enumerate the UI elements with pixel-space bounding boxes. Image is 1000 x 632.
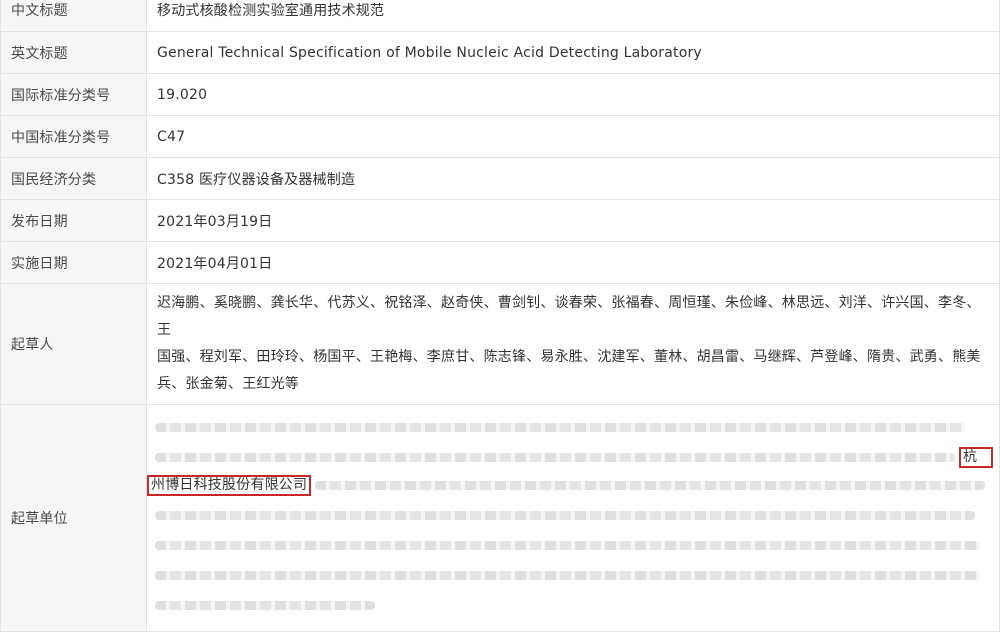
highlight-box-part1: 杭 xyxy=(959,447,993,468)
release-date-value: 2021年03月19日 xyxy=(146,199,1000,242)
row-label: 国民经济分类 xyxy=(0,157,147,200)
row-drafters: 起草人 迟海鹏、奚晓鹏、龚长华、代苏义、祝铭泽、赵奇侠、曹剑钊、谈春荣、张福春、… xyxy=(0,283,1000,405)
row-ics-code: 国际标准分类号 19.020 xyxy=(0,73,1000,116)
row-label: 实施日期 xyxy=(0,241,147,284)
drafting-units-value: 杭 州博日科技股份有限公司 xyxy=(146,404,1000,632)
implement-date-value: 2021年04月01日 xyxy=(146,241,1000,284)
row-label: 英文标题 xyxy=(0,31,147,74)
blurred-text-line xyxy=(155,601,375,610)
english-title-value: General Technical Specification of Mobil… xyxy=(146,31,1000,74)
row-english-title: 英文标题 General Technical Specification of … xyxy=(0,31,1000,74)
row-label: 起草单位 xyxy=(0,404,147,632)
drafters-value: 迟海鹏、奚晓鹏、龚长华、代苏义、祝铭泽、赵奇侠、曹剑钊、谈春荣、张福春、周恒瑾、… xyxy=(146,283,1000,405)
blurred-text-line xyxy=(155,453,955,462)
standard-info-table: 中文标题 移动式核酸检测实验室通用技术规范 英文标题 General Techn… xyxy=(0,0,1000,632)
row-label: 起草人 xyxy=(0,283,147,405)
blurred-text-line xyxy=(155,423,965,432)
blurred-text-line xyxy=(315,481,985,490)
row-ccs-code: 中国标准分类号 C47 xyxy=(0,115,1000,158)
row-label: 国际标准分类号 xyxy=(0,73,147,116)
row-implement-date: 实施日期 2021年04月01日 xyxy=(0,241,1000,284)
chinese-title-value: 移动式核酸检测实验室通用技术规范 xyxy=(146,0,1000,32)
drafters-line: 迟海鹏、奚晓鹏、龚长华、代苏义、祝铭泽、赵奇侠、曹剑钊、谈春荣、张福春、周恒瑾、… xyxy=(157,295,981,338)
drafters-line: 国强、程刘军、田玲玲、杨国平、王艳梅、李庶甘、陈志锋、易永胜、沈建军、董林、胡昌… xyxy=(157,349,981,365)
row-label: 发布日期 xyxy=(0,199,147,242)
row-economic-class: 国民经济分类 C358 医疗仪器设备及器械制造 xyxy=(0,157,1000,200)
highlight-box-part2: 州博日科技股份有限公司 xyxy=(147,475,312,496)
drafters-line: 兵、张金菊、王红光等 xyxy=(157,376,299,392)
blurred-text-line xyxy=(155,541,980,550)
row-release-date: 发布日期 2021年03月19日 xyxy=(0,199,1000,242)
row-chinese-title: 中文标题 移动式核酸检测实验室通用技术规范 xyxy=(0,0,1000,32)
row-label: 中国标准分类号 xyxy=(0,115,147,158)
row-drafting-units: 起草单位 杭 州博日科技股份有限公司 xyxy=(0,404,1000,632)
blurred-text-line xyxy=(155,571,980,580)
row-label: 中文标题 xyxy=(0,0,147,32)
ics-code-value: 19.020 xyxy=(146,73,1000,116)
economic-class-value: C358 医疗仪器设备及器械制造 xyxy=(146,157,1000,200)
ccs-code-value: C47 xyxy=(146,115,1000,158)
blurred-text-line xyxy=(155,511,975,520)
